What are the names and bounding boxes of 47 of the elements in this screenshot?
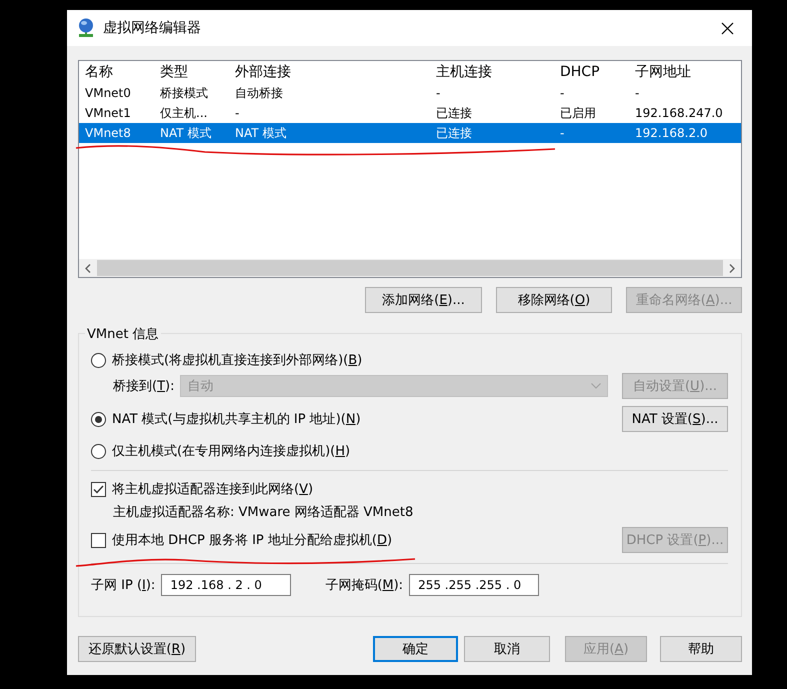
table-cell-text: - [559,86,566,100]
table-cell-text: NAT 模式 [159,124,212,142]
help-button[interactable]: 帮助 [660,636,742,662]
ok-button[interactable]: 确定 [373,636,458,662]
network-row[interactable]: VMnet1 仅主机... - 已连接 已启用 192.168.247.0 [79,103,741,123]
network-row[interactable]: VMnet0 桥接模式 自动桥接 - - - [79,83,741,103]
subnet-ip-label: 子网 IP (I): [91,577,156,594]
table-cell-text: NAT 模式 [234,124,288,142]
table-cell-text: - [634,86,640,100]
adapter-name-text: 主机虚拟适配器名称: VMware 网络适配器 VMnet8 [113,504,414,521]
cancel-button[interactable]: 取消 [464,636,550,662]
radio-label[interactable]: 桥接模式(将虚拟机直接连接到外部网络)(B) [112,351,362,369]
table-cell-text: 仅主机... [159,104,208,122]
column-header[interactable]: DHCP [554,64,629,80]
network-row[interactable]: VMnet8 NAT 模式 NAT 模式 已连接 - 192.168.2.0 [79,123,741,143]
checkbox-label[interactable]: 将主机虚拟适配器连接到此网络(V) [112,480,314,498]
remove-network-button[interactable]: 移除网络(O) [496,287,612,313]
table-cell-text: 桥接模式 [159,84,209,102]
table-cell-text: VMnet0 [84,86,132,100]
table-cell-text: - [435,86,442,100]
column-header[interactable]: 外部连接 [229,63,430,81]
radio-label[interactable]: 仅主机模式(在专用网络内连接虚拟机)(H) [112,442,350,460]
subnet-ip-field[interactable]: 192 .168 . 2 . 0 [161,574,292,596]
group-title: VMnet 信息 [85,325,161,343]
radio-label[interactable]: NAT 模式(与虚拟机共享主机的 IP 地址)(N) [112,410,361,428]
column-header[interactable]: 主机连接 [430,63,554,81]
window-title: 虚拟网络编辑器 [103,19,202,37]
nat-settings-button[interactable]: NAT 设置(S)... [622,406,728,432]
table-cell-text: VMnet1 [84,106,132,120]
checkbox-label[interactable]: 使用本地 DHCP 服务将 IP 地址分配给虚拟机(D) [112,531,392,549]
subnet-mask-label: 子网掩码(M): [325,577,404,594]
table-cell-text: - [234,106,240,120]
restore-defaults-button[interactable]: 还原默认设置(R) [78,636,196,662]
table-cell-text: 已连接 [435,104,473,122]
table-cell-text: 已连接 [435,124,473,142]
table-cell-text: VMnet8 [84,126,132,140]
table-cell-text: - [559,126,566,140]
table-cell-text: 自动桥接 [234,84,284,102]
add-network-button[interactable]: 添加网络(E)... [365,287,482,313]
table-cell-text: 192.168.247.0 [634,106,724,120]
column-header[interactable]: 名称 [79,63,154,81]
table-cell-text: 已启用 [559,104,597,122]
column-header[interactable]: 子网地址 [629,63,741,81]
table-cell-text: 192.168.2.0 [634,126,709,140]
column-header[interactable]: 类型 [154,63,229,81]
subnet-mask-field[interactable]: 255 .255 .255 . 0 [409,574,540,596]
bridge-to-label: 桥接到(T): [113,378,174,395]
